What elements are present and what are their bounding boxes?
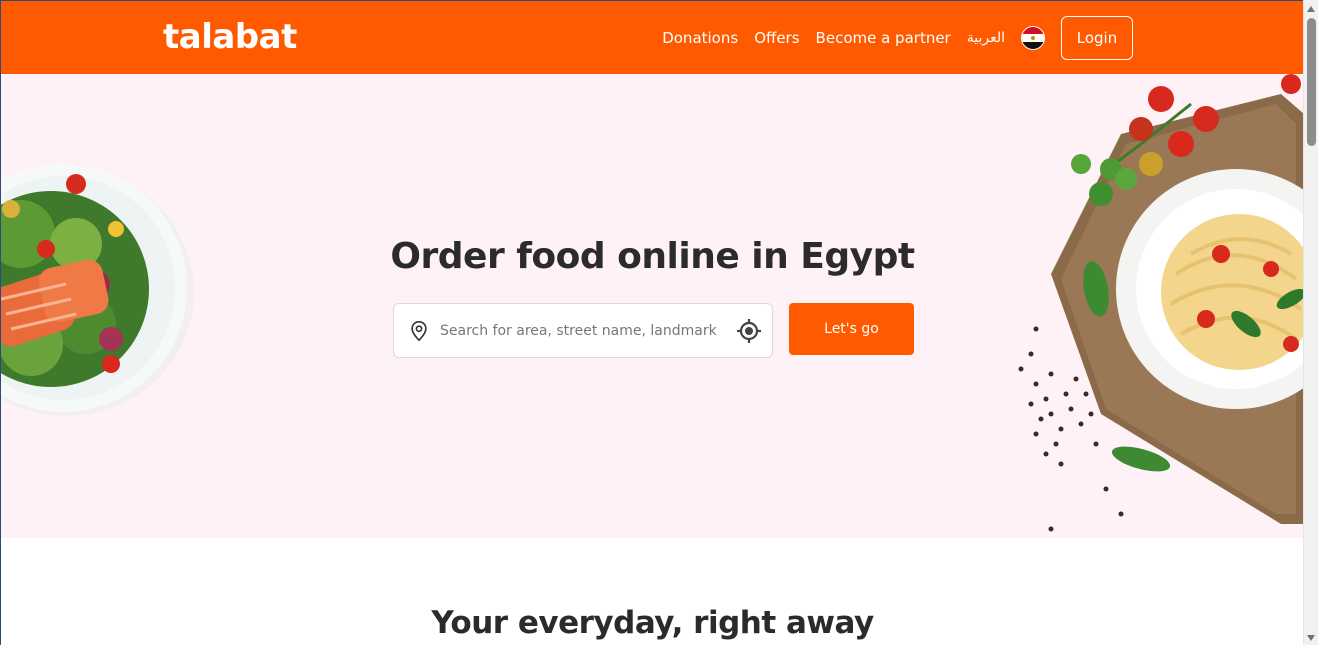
egypt-flag-icon[interactable]: [1021, 26, 1045, 50]
hero-title: Order food online in Egypt: [390, 236, 915, 277]
pasta-plate-with-tomatoes: [1018, 74, 1303, 532]
nav-become-partner[interactable]: Become a partner: [816, 29, 951, 47]
top-header: talabat Donations Offers Become a partne…: [1, 1, 1303, 74]
talabat-logo[interactable]: talabat: [163, 17, 297, 57]
scrollbar-thumb[interactable]: [1307, 18, 1316, 146]
flag-stripe-black: [1022, 41, 1044, 49]
top-nav: Donations Offers Become a partner العربي…: [662, 15, 1133, 61]
scroll-down-arrow-icon[interactable]: [1307, 635, 1315, 641]
area-search-input[interactable]: [440, 318, 720, 344]
page-scrollbar[interactable]: [1303, 0, 1318, 645]
hero-section: Order food online in Egypt Let's go: [1, 74, 1303, 538]
login-button[interactable]: Login: [1061, 16, 1133, 60]
flag-stripe-white: [1022, 34, 1044, 42]
lets-go-button[interactable]: Let's go: [789, 303, 914, 355]
salmon-salad-plate: [1, 164, 194, 416]
nav-language-arabic[interactable]: العربية: [967, 30, 1005, 46]
area-search-box[interactable]: [393, 303, 773, 358]
page: talabat Donations Offers Become a partne…: [0, 0, 1303, 645]
nav-donations[interactable]: Donations: [662, 29, 738, 47]
crosshair-locate-icon[interactable]: [736, 318, 762, 344]
flag-stripe-red: [1022, 27, 1044, 35]
section-title: Your everyday, right away: [431, 605, 874, 641]
location-pin-icon: [411, 321, 427, 342]
scroll-up-arrow-icon[interactable]: [1307, 6, 1315, 12]
nav-offers[interactable]: Offers: [754, 29, 799, 47]
